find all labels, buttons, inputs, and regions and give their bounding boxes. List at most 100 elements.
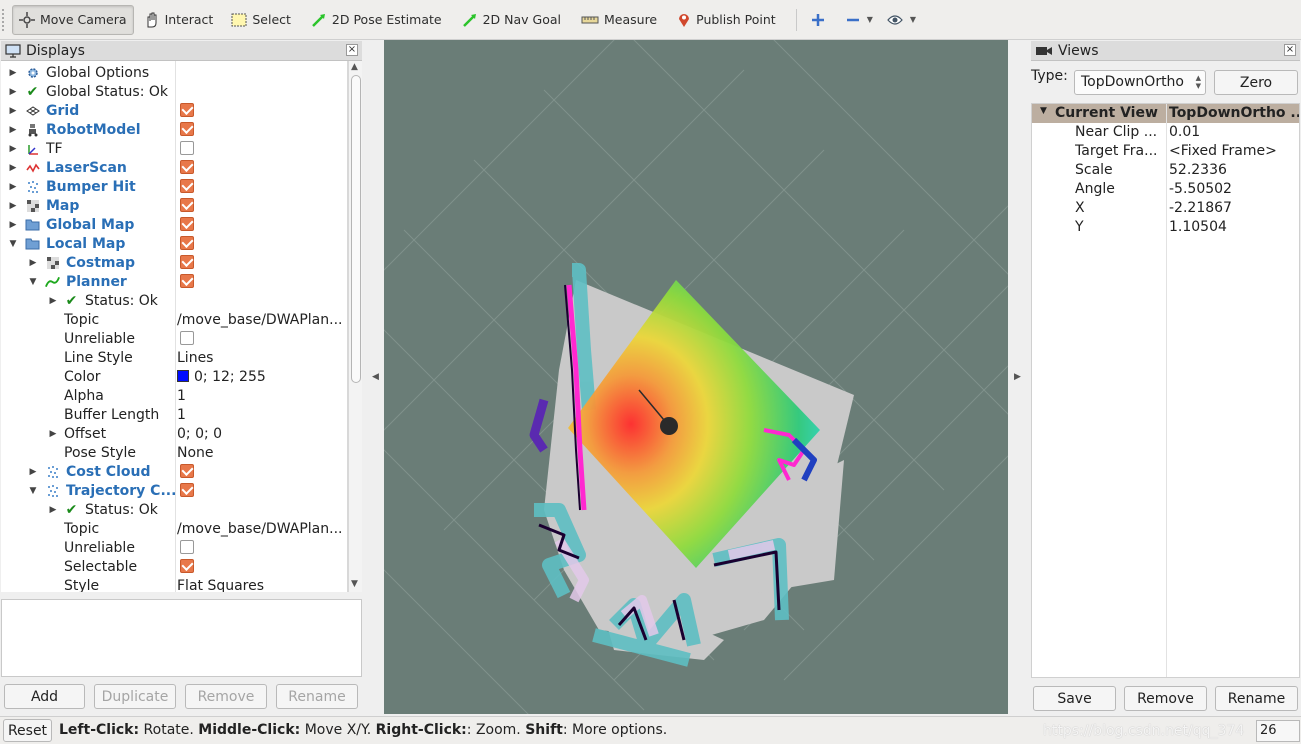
tree-row-offset[interactable]: ▶ Offset 0; 0; 0: [1, 424, 347, 443]
expand-arrow-icon[interactable]: ▶: [48, 296, 58, 306]
topic-value[interactable]: /move_base/DWAPlan...: [177, 312, 347, 328]
tree-row-color[interactable]: Color 0; 12; 255: [1, 367, 347, 386]
alpha-value[interactable]: 1: [177, 388, 347, 404]
expand-arrow-icon[interactable]: ▶: [48, 429, 58, 439]
interact-tool[interactable]: Interact: [138, 5, 220, 35]
enabled-checkbox[interactable]: [180, 236, 194, 250]
expand-arrow-icon[interactable]: ▶: [8, 106, 18, 116]
view-row-near-clip[interactable]: Near Clip ... 0.01: [1032, 124, 1299, 143]
zero-button[interactable]: Zero: [1214, 70, 1298, 95]
enabled-checkbox[interactable]: [180, 255, 194, 269]
buffer-length-value[interactable]: 1: [177, 407, 347, 423]
unreliable-checkbox[interactable]: [180, 540, 194, 554]
rename-display-button[interactable]: Rename: [276, 684, 358, 709]
expand-arrow-icon[interactable]: ▶: [8, 201, 18, 211]
near-clip-value[interactable]: 0.01: [1169, 124, 1299, 140]
view-row-x[interactable]: X -2.21867: [1032, 200, 1299, 219]
view-row-angle[interactable]: Angle -5.50502: [1032, 181, 1299, 200]
enabled-checkbox[interactable]: [180, 141, 194, 155]
enabled-checkbox[interactable]: [180, 217, 194, 231]
tree-row-planner-topic[interactable]: Topic /move_base/DWAPlan...: [1, 310, 347, 329]
style-value[interactable]: Flat Squares: [177, 578, 347, 593]
tree-row-trajectory-unreliable[interactable]: Unreliable: [1, 538, 347, 557]
color-value[interactable]: 0; 12; 255: [177, 369, 347, 385]
collapse-arrow-icon[interactable]: ▼: [8, 239, 18, 249]
enabled-checkbox[interactable]: [180, 464, 194, 478]
nav-goal-tool[interactable]: 2D Nav Goal: [456, 5, 567, 35]
tree-row-trajectory-cloud[interactable]: ▼ Trajectory C...: [1, 481, 347, 500]
collapse-arrow-icon[interactable]: ▼: [28, 486, 38, 496]
tree-row-line-style[interactable]: Line Style Lines: [1, 348, 347, 367]
view-row-target-frame[interactable]: Target Fra... <Fixed Frame>: [1032, 143, 1299, 162]
tree-row-global-status[interactable]: ▶ ✔ Global Status: Ok: [1, 82, 347, 101]
unreliable-checkbox[interactable]: [180, 331, 194, 345]
toolbar-grip[interactable]: [2, 8, 10, 31]
render-viewport[interactable]: [384, 40, 1008, 714]
remove-tool-button[interactable]: ▼: [842, 5, 877, 35]
expand-arrow-icon[interactable]: ▶: [8, 68, 18, 78]
scroll-up-icon[interactable]: ▲: [351, 62, 358, 72]
enabled-checkbox[interactable]: [180, 198, 194, 212]
measure-tool[interactable]: Measure: [575, 5, 663, 35]
pose-style-value[interactable]: None: [177, 445, 347, 461]
view-row-y[interactable]: Y 1.10504: [1032, 219, 1299, 238]
line-style-value[interactable]: Lines: [177, 350, 347, 366]
tree-row-bumper-hit[interactable]: ▶ Bumper Hit: [1, 177, 347, 196]
expand-arrow-icon[interactable]: ▶: [8, 87, 18, 97]
collapse-right-icon[interactable]: ▶: [1014, 372, 1021, 382]
enabled-checkbox[interactable]: [180, 274, 194, 288]
tree-row-alpha[interactable]: Alpha 1: [1, 386, 347, 405]
tree-row-buffer-length[interactable]: Buffer Length 1: [1, 405, 347, 424]
tree-row-robotmodel[interactable]: ▶ RobotModel: [1, 120, 347, 139]
publish-point-tool[interactable]: Publish Point: [671, 5, 782, 35]
remove-view-button[interactable]: Remove: [1124, 686, 1207, 711]
scale-value[interactable]: 52.2336: [1169, 162, 1299, 178]
displays-scrollbar[interactable]: ▲ ▼: [348, 61, 362, 592]
collapse-left-icon[interactable]: ◀: [372, 372, 379, 382]
rename-view-button[interactable]: Rename: [1215, 686, 1298, 711]
expand-arrow-icon[interactable]: ▶: [8, 163, 18, 173]
expand-arrow-icon[interactable]: ▶: [8, 182, 18, 192]
tree-row-grid[interactable]: ▶ Grid: [1, 101, 347, 120]
tree-row-planner[interactable]: ▼ Planner: [1, 272, 347, 291]
enabled-checkbox[interactable]: [180, 160, 194, 174]
view-options-button[interactable]: ▼: [883, 5, 920, 35]
select-tool[interactable]: Select: [225, 5, 297, 35]
expand-arrow-icon[interactable]: ▶: [28, 467, 38, 477]
view-row-scale[interactable]: Scale 52.2336: [1032, 162, 1299, 181]
tree-row-selectable[interactable]: Selectable: [1, 557, 347, 576]
collapse-arrow-icon[interactable]: ▼: [28, 277, 38, 287]
tree-row-tf[interactable]: ▶ TF: [1, 139, 347, 158]
expand-arrow-icon[interactable]: ▶: [48, 505, 58, 515]
tree-row-local-map[interactable]: ▼ Local Map: [1, 234, 347, 253]
expand-arrow-icon[interactable]: ▶: [8, 220, 18, 230]
tree-row-planner-unreliable[interactable]: Unreliable: [1, 329, 347, 348]
y-value[interactable]: 1.10504: [1169, 219, 1299, 235]
tree-row-costmap[interactable]: ▶ Costmap: [1, 253, 347, 272]
remove-display-button[interactable]: Remove: [185, 684, 267, 709]
enabled-checkbox[interactable]: [180, 122, 194, 136]
expand-arrow-icon[interactable]: ▶: [8, 144, 18, 154]
tree-row-style[interactable]: Style Flat Squares: [1, 576, 347, 593]
pose-estimate-tool[interactable]: 2D Pose Estimate: [305, 5, 448, 35]
tree-row-map[interactable]: ▶ Map: [1, 196, 347, 215]
offset-value[interactable]: 0; 0; 0: [177, 426, 347, 442]
enabled-checkbox[interactable]: [180, 179, 194, 193]
duplicate-button[interactable]: Duplicate: [94, 684, 176, 709]
tree-row-global-options[interactable]: ▶ Global Options: [1, 63, 347, 82]
tree-row-planner-status[interactable]: ▶ ✔ Status: Ok: [1, 291, 347, 310]
enabled-checkbox[interactable]: [180, 483, 194, 497]
scroll-down-icon[interactable]: ▼: [351, 579, 358, 589]
view-type-select[interactable]: TopDownOrtho ▲ ▼: [1074, 70, 1206, 95]
add-button[interactable]: Add: [4, 684, 85, 709]
reset-button[interactable]: Reset: [3, 719, 52, 742]
topic-value[interactable]: /move_base/DWAPlan...: [177, 521, 347, 537]
tree-row-cost-cloud[interactable]: ▶ Cost Cloud: [1, 462, 347, 481]
enabled-checkbox[interactable]: [180, 103, 194, 117]
target-frame-value[interactable]: <Fixed Frame>: [1169, 143, 1299, 159]
expand-arrow-icon[interactable]: ▶: [8, 125, 18, 135]
save-view-button[interactable]: Save: [1033, 686, 1116, 711]
tree-row-global-map[interactable]: ▶ Global Map: [1, 215, 347, 234]
x-value[interactable]: -2.21867: [1169, 200, 1299, 216]
expand-arrow-icon[interactable]: ▼: [1040, 106, 1047, 116]
